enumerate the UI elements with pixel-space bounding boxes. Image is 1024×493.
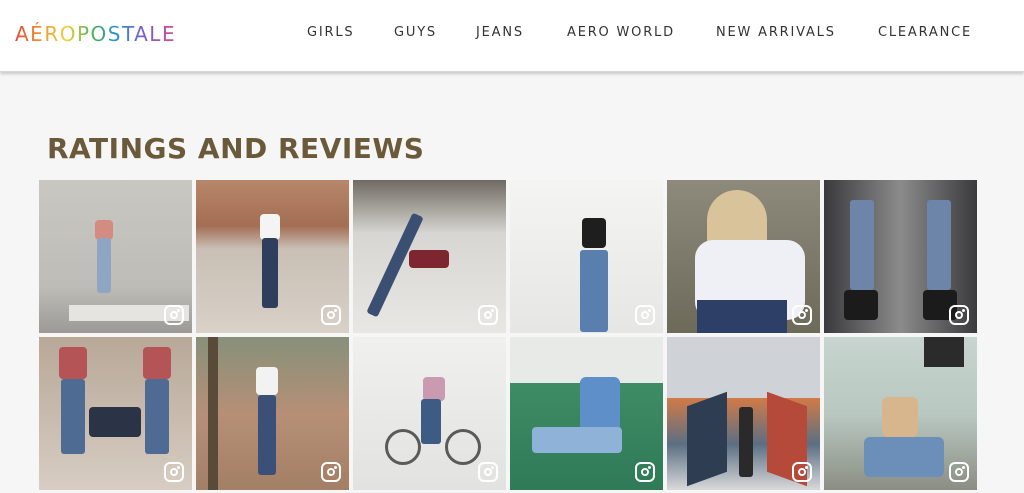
site-header: AÉROPOSTALE GIRLS GUYS JEANS AERO WORLD … (0, 0, 1024, 72)
nav-item-new-arrivals[interactable]: NEW ARRIVALS (716, 25, 836, 41)
instagram-icon (792, 305, 812, 325)
instagram-icon (635, 462, 655, 482)
instagram-icon (949, 462, 969, 482)
ugc-photo-grid (39, 180, 979, 493)
instagram-icon (164, 305, 184, 325)
review-photo-tile[interactable] (510, 180, 663, 333)
review-photo-tile[interactable] (824, 337, 977, 490)
review-photo-tile[interactable] (667, 180, 820, 333)
instagram-icon (478, 462, 498, 482)
instagram-icon (949, 305, 969, 325)
nav-item-guys[interactable]: GUYS (394, 25, 437, 41)
instagram-icon (321, 305, 341, 325)
main-nav: GIRLS GUYS JEANS AERO WORLD NEW ARRIVALS… (0, 25, 1024, 43)
review-photo-tile[interactable] (196, 337, 349, 490)
review-photo-tile[interactable] (353, 337, 506, 490)
review-photo-tile[interactable] (39, 337, 192, 490)
instagram-icon (321, 462, 341, 482)
nav-item-clearance[interactable]: CLEARANCE (878, 25, 972, 41)
review-photo-tile[interactable] (353, 180, 506, 333)
review-photo-tile[interactable] (824, 180, 977, 333)
nav-item-girls[interactable]: GIRLS (307, 25, 354, 41)
review-photo-tile[interactable] (39, 180, 192, 333)
review-photo-tile[interactable] (196, 180, 349, 333)
section-title: RATINGS AND REVIEWS (47, 132, 425, 165)
instagram-icon (164, 462, 184, 482)
instagram-icon (635, 305, 655, 325)
instagram-icon (478, 305, 498, 325)
nav-item-jeans[interactable]: JEANS (476, 25, 524, 41)
review-photo-tile[interactable] (510, 337, 663, 490)
instagram-icon (792, 462, 812, 482)
review-photo-tile[interactable] (667, 337, 820, 490)
nav-item-aero-world[interactable]: AERO WORLD (567, 25, 675, 41)
